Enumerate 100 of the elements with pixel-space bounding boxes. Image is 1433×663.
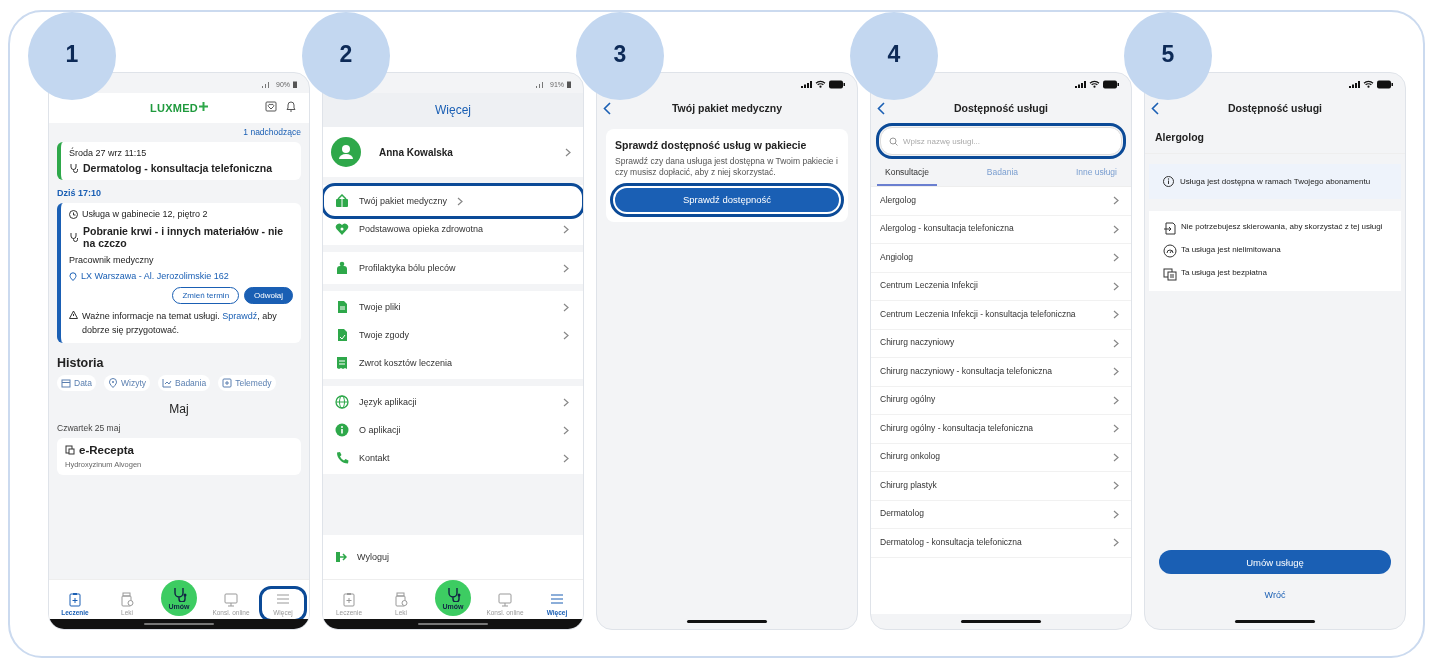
service-item[interactable]: Dermatolog <box>871 500 1131 529</box>
menu-item[interactable]: Kontakt <box>325 444 581 472</box>
menu-item[interactable]: Zwrot kosztów leczenia <box>325 349 581 377</box>
service-item[interactable]: Chirurg plastyk <box>871 472 1131 501</box>
chevron-icon <box>563 263 569 273</box>
back-link[interactable]: Wróć <box>1264 590 1286 600</box>
service-item[interactable]: Angiolog <box>871 244 1131 273</box>
menu-item[interactable]: Twoje pliki <box>325 293 581 321</box>
bell-icon[interactable] <box>285 100 297 112</box>
battery-icon <box>293 80 297 88</box>
screen-title: Twój pakiet medyczny <box>670 102 784 114</box>
service-item[interactable]: Chirurg ogólny <box>871 386 1131 415</box>
service-item[interactable]: Centrum Leczenia Infekcji - konsultacja telefoniczna <box>871 301 1131 330</box>
book-service-button[interactable]: Umów usługę <box>1159 550 1391 574</box>
battery-icon <box>1377 79 1393 89</box>
menu-item[interactable]: O aplikacji <box>325 416 581 444</box>
visit-room: Usługa w gabinecie 12, piętro 2 <box>82 209 208 219</box>
info-icon <box>1163 176 1174 187</box>
today-label: Dziś 17:10 <box>57 188 103 198</box>
chevron-icon <box>563 397 569 407</box>
card-heading: Sprawdź dostępność usług w pakiecie <box>615 139 808 151</box>
battery-icon <box>829 79 845 89</box>
chevron-icon <box>1113 338 1119 348</box>
logo: LUXMED <box>149 102 209 114</box>
document-heart-icon[interactable] <box>265 100 277 112</box>
chevron-icon <box>1113 538 1119 548</box>
banknote-icon <box>1163 267 1177 282</box>
stethoscope-icon <box>69 163 79 173</box>
search-input[interactable]: Wpisz nazwę usługi... <box>903 136 1113 146</box>
user-name: Anna Kowalska <box>379 146 454 158</box>
card-text: Sprawdź czy dana usługa jest dostępna w Twoim pakiecie i czy musisz dopłacić, aby z niej skorzystać. <box>615 156 839 179</box>
filter-chip[interactable]: Wizyty <box>103 375 150 391</box>
stethoscope-icon <box>445 586 461 602</box>
document-arrow-icon <box>1163 221 1177 236</box>
service-item[interactable]: Chirurg ogólny - konsultacja telefoniczna <box>871 415 1131 444</box>
stethoscope-icon <box>171 586 187 602</box>
document-icon <box>335 300 349 314</box>
step-number-badge: 4 <box>850 12 938 100</box>
reschedule-button[interactable]: Zmień termin <box>172 287 240 304</box>
menu-item[interactable]: Twój pakiet medyczny <box>325 187 581 215</box>
back-icon[interactable] <box>877 101 885 115</box>
section-title: Historia <box>57 356 105 370</box>
chevron-icon <box>1113 395 1119 405</box>
phone-icon <box>335 451 349 465</box>
medicine-bottle-icon <box>120 592 134 607</box>
filter-chip[interactable]: Telemedy <box>218 375 276 391</box>
person-icon <box>335 261 349 275</box>
calendar-icon <box>61 378 71 388</box>
service-item[interactable]: Chirurg onkolog <box>871 443 1131 472</box>
chevron-icon <box>1113 424 1119 434</box>
menu-icon <box>276 592 290 607</box>
cancel-button[interactable]: Odwołaj <box>244 287 293 304</box>
info-icon <box>335 423 349 437</box>
back-icon[interactable] <box>1151 101 1159 115</box>
service-item[interactable]: Chirurg naczyniowy <box>871 329 1131 358</box>
chevron-icon <box>1113 196 1119 206</box>
chevron-icon <box>1113 281 1119 291</box>
chevron-icon <box>1113 367 1119 377</box>
service-item[interactable]: Dermatolog - konsultacja telefoniczna <box>871 529 1131 558</box>
screen-title: Więcej <box>435 103 471 117</box>
menu-item[interactable]: Podstawowa opieka zdrowotna <box>325 215 581 243</box>
search-icon <box>889 136 898 146</box>
gauge-icon <box>1163 244 1177 259</box>
menu-item[interactable]: Język aplikacji <box>325 388 581 416</box>
back-icon[interactable] <box>603 101 611 115</box>
plus-square-icon <box>222 378 233 388</box>
profile-row[interactable]: Anna Kowalska <box>323 127 583 177</box>
logout-icon <box>335 551 347 563</box>
wifi-icon <box>1363 80 1374 88</box>
upcoming-link[interactable]: 1 nadchodzące <box>243 127 301 137</box>
filter-chip[interactable]: Badania <box>158 375 211 391</box>
chevron-icon <box>565 147 571 157</box>
chevron-icon <box>563 425 569 435</box>
menu-item[interactable]: Profilaktyka bólu pleców <box>325 254 581 282</box>
signal-icon <box>1074 80 1086 88</box>
service-item[interactable]: Centrum Leczenia Infekcji <box>871 272 1131 301</box>
service-item[interactable]: Alergolog - konsultacja telefoniczna <box>871 215 1131 244</box>
screen-title: Dostępność usługi <box>1227 102 1323 114</box>
menu-item[interactable]: Twoje zgody <box>325 321 581 349</box>
gift-box-icon <box>335 194 349 208</box>
appointment-card[interactable]: Środa 27 wrz 11:15 Dermatolog - konsultacja telefoniczna <box>57 142 301 180</box>
signal-icon <box>800 80 812 88</box>
service-item[interactable]: Chirurg naczyniowy - konsultacja telefoniczna <box>871 358 1131 387</box>
avatar-icon <box>331 137 361 167</box>
wifi-icon <box>815 80 826 88</box>
chevron-icon <box>563 224 569 234</box>
staff-label: Pracownik medyczny <box>69 255 155 265</box>
warning-icon <box>69 310 78 319</box>
prescription-icon <box>65 445 75 455</box>
day-label: Czwartek 25 maj <box>57 423 122 433</box>
chart-icon <box>162 378 172 388</box>
globe-icon <box>335 395 349 409</box>
address-link[interactable]: LX Warszawa - Al. Jerozolimskie 162 <box>81 271 229 281</box>
visit-title: Pobranie krwi - i innych materiałów - nie na czczo <box>83 225 285 249</box>
appointment-title: Dermatolog - konsultacja telefoniczna <box>83 162 273 174</box>
screen-title: Dostępność usługi <box>953 102 1049 114</box>
filter-chip[interactable]: Data <box>57 375 96 391</box>
location-pin-icon <box>69 271 77 281</box>
service-item[interactable]: Alergolog <box>871 187 1131 216</box>
chevron-icon <box>457 196 464 206</box>
